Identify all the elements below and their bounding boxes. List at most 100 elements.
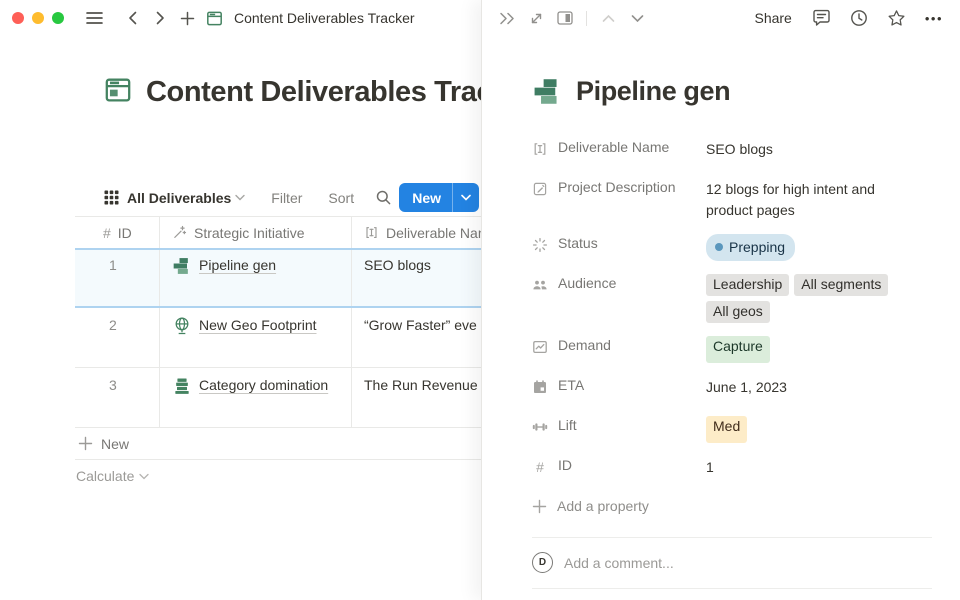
- property-value[interactable]: 12 blogs for high intent and product pag…: [706, 173, 916, 221]
- comments-icon[interactable]: [812, 9, 831, 27]
- property-status: Status Prepping: [532, 229, 932, 261]
- wand-icon: [172, 225, 187, 240]
- page-link[interactable]: Category domination: [172, 377, 351, 396]
- column-header-initiative[interactable]: Strategic Initiative: [160, 217, 352, 248]
- edit-icon: [532, 181, 548, 197]
- property-audience: Audience Leadership All segments All geo…: [532, 269, 932, 323]
- page-title[interactable]: Content Deliverables Tracker: [146, 76, 481, 109]
- cell-deliverable[interactable]: The Run Revenue S: [352, 368, 481, 427]
- property-label-text: Status: [558, 235, 598, 251]
- property-label[interactable]: Demand: [532, 331, 706, 363]
- property-label[interactable]: Deliverable Name: [532, 133, 706, 165]
- avatar: D: [532, 552, 553, 573]
- breadcrumb-page-title[interactable]: Content Deliverables Tracker: [234, 10, 415, 26]
- people-icon: [532, 277, 548, 293]
- side-peek-mode-icon[interactable]: [554, 7, 576, 29]
- cell-id[interactable]: 1: [75, 250, 160, 306]
- page-table-icon-large[interactable]: [104, 76, 132, 109]
- property-label[interactable]: Audience: [532, 269, 706, 323]
- table-row-3[interactable]: 3 Category domination The Run Revenue S: [75, 368, 481, 428]
- sidebar-menu-icon[interactable]: [82, 6, 106, 30]
- view-selector[interactable]: All Deliverables: [127, 190, 245, 206]
- property-value[interactable]: June 1, 2023: [706, 371, 916, 403]
- property-label[interactable]: ETA: [532, 371, 706, 403]
- property-value[interactable]: Med: [706, 411, 916, 443]
- peek-more-options-icon[interactable]: •••: [925, 11, 943, 26]
- close-peek-icon[interactable]: [496, 7, 518, 29]
- add-property-button[interactable]: Add a property: [532, 491, 932, 521]
- cell-initiative[interactable]: Pipeline gen: [160, 250, 352, 306]
- open-full-page-icon[interactable]: [525, 7, 547, 29]
- filter-button[interactable]: Filter: [271, 190, 302, 206]
- tag-pill[interactable]: All geos: [706, 301, 770, 323]
- close-window-button[interactable]: [12, 12, 24, 24]
- property-label-text: Deliverable Name: [558, 139, 669, 155]
- bar-chart-icon[interactable]: [532, 76, 563, 107]
- database-table: # ID Strategic Initiative Deliverable Na…: [75, 216, 481, 492]
- property-eta: ETA June 1, 2023: [532, 371, 932, 403]
- column-header-deliverable[interactable]: Deliverable Name: [352, 217, 481, 248]
- page-link[interactable]: New Geo Footprint: [172, 317, 351, 336]
- chevron-down-icon: [235, 194, 245, 201]
- property-id: # ID 1: [532, 451, 932, 483]
- property-value[interactable]: Capture: [706, 331, 916, 363]
- comment-input[interactable]: Add a comment...: [564, 555, 932, 571]
- tag-pill[interactable]: Leadership: [706, 274, 789, 296]
- comment-composer: D Add a comment...: [532, 537, 932, 589]
- cell-id[interactable]: 3: [75, 368, 160, 427]
- cell-deliverable[interactable]: SEO blogs: [352, 250, 481, 306]
- divider: [586, 11, 587, 26]
- history-clock-icon[interactable]: [850, 9, 868, 27]
- property-value[interactable]: SEO blogs: [706, 133, 916, 165]
- table-header-row: # ID Strategic Initiative Deliverable Na…: [75, 217, 481, 248]
- next-record-icon[interactable]: [626, 7, 648, 29]
- page-link[interactable]: Pipeline gen: [172, 257, 351, 276]
- favorite-star-icon[interactable]: [887, 9, 906, 27]
- property-deliverable-name: Deliverable Name SEO blogs: [532, 133, 932, 165]
- zoom-window-button[interactable]: [52, 12, 64, 24]
- column-label: Deliverable Name: [386, 225, 481, 241]
- table-row-2[interactable]: 2 New Geo Footprint “Grow Faster” eve: [75, 308, 481, 368]
- globe-icon: [172, 316, 192, 336]
- property-value[interactable]: 1: [706, 451, 916, 483]
- property-label[interactable]: Project Description: [532, 173, 706, 221]
- tag-pill[interactable]: Capture: [706, 336, 770, 363]
- search-icon[interactable]: [376, 190, 391, 205]
- status-dot: [715, 243, 723, 251]
- tag-pill[interactable]: All segments: [794, 274, 888, 296]
- property-label-text: Lift: [558, 417, 577, 433]
- previous-record-icon[interactable]: [597, 7, 619, 29]
- peek-page-title[interactable]: Pipeline gen: [576, 76, 730, 107]
- new-dropdown-icon[interactable]: [453, 183, 479, 212]
- minimize-window-button[interactable]: [32, 12, 44, 24]
- new-record-button[interactable]: New: [399, 183, 479, 212]
- column-header-id[interactable]: # ID: [75, 217, 160, 248]
- window-topbar: Content Deliverables Tracker: [0, 0, 481, 36]
- property-label[interactable]: Lift: [532, 411, 706, 443]
- view-toolbar: All Deliverables Filter Sort ••• New: [104, 179, 481, 216]
- hash-icon: #: [532, 459, 548, 475]
- table-view-icon: [104, 190, 119, 205]
- calculate-button[interactable]: Calculate: [75, 460, 481, 492]
- cell-deliverable[interactable]: “Grow Faster” eve: [352, 308, 481, 367]
- status-pill[interactable]: Prepping: [706, 234, 795, 261]
- property-label[interactable]: Status: [532, 229, 706, 261]
- property-value[interactable]: Prepping: [706, 229, 916, 261]
- books-icon: [172, 376, 192, 396]
- cell-id[interactable]: 2: [75, 308, 160, 367]
- cell-initiative[interactable]: Category domination: [160, 368, 352, 427]
- title-icon: [532, 141, 548, 157]
- table-row-1[interactable]: 1 Pipeline gen SEO blogs: [75, 248, 481, 308]
- peek-actions: •••: [812, 9, 943, 27]
- back-icon[interactable]: [121, 6, 145, 30]
- add-row-button[interactable]: New: [75, 428, 481, 460]
- property-label[interactable]: # ID: [532, 451, 706, 483]
- property-value[interactable]: Leadership All segments All geos: [706, 269, 916, 323]
- cell-initiative[interactable]: New Geo Footprint: [160, 308, 352, 367]
- new-tab-plus-icon[interactable]: [175, 6, 199, 30]
- property-demand: Demand Capture: [532, 331, 932, 363]
- forward-icon[interactable]: [148, 6, 172, 30]
- sort-button[interactable]: Sort: [328, 190, 354, 206]
- share-button[interactable]: Share: [754, 10, 791, 26]
- tag-pill[interactable]: Med: [706, 416, 747, 443]
